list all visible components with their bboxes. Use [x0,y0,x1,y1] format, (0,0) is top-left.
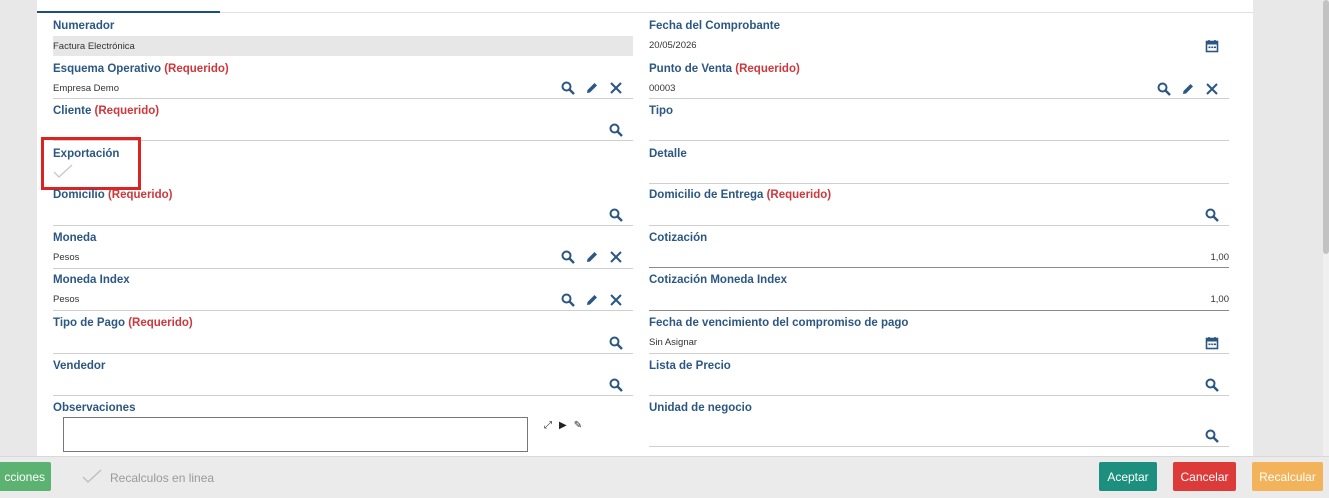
edit-note-icon[interactable]: ✎ [574,420,582,431]
observaciones-field: Observaciones [53,402,253,416]
tab-active-indicator[interactable] [37,11,220,13]
unidad-negocio-field[interactable]: Unidad de negocio [649,402,1229,447]
expand-icon[interactable]: ⤢ [544,420,552,431]
calendar-icon[interactable] [1205,336,1219,350]
cancel-button[interactable]: Cancelar [1173,462,1236,491]
search-icon[interactable] [561,250,575,264]
edit-pencil-icon[interactable] [1181,82,1195,96]
play-icon[interactable]: ▶ [559,420,567,431]
cotizacion-field[interactable]: Cotización 1,00 [649,232,1229,268]
lista-precio-field[interactable]: Lista de Precio [649,360,1229,396]
fecha-comprobante-label: Fecha del Comprobante [649,20,780,32]
scrollbar-thumb[interactable] [1323,0,1329,254]
cliente-label: Cliente (Requerido) [53,105,160,117]
edit-pencil-icon[interactable] [585,81,599,95]
recalc-online-toggle[interactable]: Recalculos en linea [82,469,214,486]
domicilio-label: Domicilio (Requerido) [53,189,173,201]
moneda-value: Pesos [53,252,80,263]
search-icon[interactable] [1205,378,1219,392]
observaciones-textarea[interactable] [63,417,528,452]
moneda-index-label: Moneda Index [53,274,130,286]
punto-venta-label: Punto de Venta (Requerido) [649,63,800,75]
recalculate-button[interactable]: Recalcular [1252,462,1323,491]
unidad-negocio-label: Unidad de negocio [649,402,752,414]
check-icon [82,469,102,486]
calendar-icon[interactable] [1205,39,1219,53]
moneda-field[interactable]: Moneda Pesos [53,232,633,269]
cotizacion-label: Cotización [649,232,708,244]
fecha-comprobante-value: 20/05/2026 [649,40,697,51]
clear-x-icon[interactable] [609,293,623,307]
detalle-field[interactable]: Detalle [649,148,1229,184]
edit-pencil-icon[interactable] [585,293,599,307]
accept-button[interactable]: Aceptar [1099,462,1157,491]
tipo-field[interactable]: Tipo [649,105,1229,141]
tipo-label: Tipo [649,105,674,117]
vencimiento-field[interactable]: Fecha de vencimiento del compromiso de p… [649,317,1229,354]
punto-venta-field[interactable]: Punto de Venta (Requerido) 00003 [649,63,1229,99]
numerador-field: Numerador Factura Electrónica [53,20,633,60]
moneda-label: Moneda [53,232,97,244]
moneda-index-value: Pesos [53,294,80,305]
fecha-comprobante-field[interactable]: Fecha del Comprobante 20/05/2026 [649,20,1229,60]
clear-x-icon[interactable] [1205,82,1219,96]
search-icon[interactable] [1205,429,1219,443]
cotizacion-index-field[interactable]: Cotización Moneda Index 1,00 [649,274,1229,311]
search-icon[interactable] [561,81,575,95]
domicilio-entrega-field[interactable]: Domicilio de Entrega (Requerido) [649,189,1229,226]
edit-pencil-icon[interactable] [585,250,599,264]
observaciones-label: Observaciones [53,402,136,414]
esquema-operativo-label: Esquema Operativo (Requerido) [53,63,229,75]
exportacion-checkbox[interactable] [53,164,73,178]
search-icon[interactable] [609,336,623,350]
numerador-value: Factura Electrónica [53,41,135,52]
domicilio-field[interactable]: Domicilio (Requerido) [53,189,633,226]
cotizacion-index-value: 1,00 [1210,294,1230,305]
recalc-online-label: Recalculos en linea [110,470,215,485]
esquema-operativo-field[interactable]: Esquema Operativo (Requerido) Empresa De… [53,63,633,99]
search-icon[interactable] [561,293,575,307]
cotizacion-index-label: Cotización Moneda Index [649,274,788,286]
actions-button[interactable]: cciones [0,462,51,491]
search-icon[interactable] [609,378,623,392]
numerador-input [53,36,633,56]
lista-precio-label: Lista de Precio [649,360,731,372]
esquema-operativo-value: Empresa Demo [53,83,119,94]
numerador-label: Numerador [53,20,115,32]
cliente-field[interactable]: Cliente (Requerido) [53,105,633,141]
search-icon[interactable] [609,208,623,222]
vencimiento-label: Fecha de vencimiento del compromiso de p… [649,317,909,329]
moneda-index-field[interactable]: Moneda Index Pesos [53,274,633,311]
search-icon[interactable] [1205,208,1219,222]
punto-venta-value: 00003 [649,83,676,94]
clear-x-icon[interactable] [609,250,623,264]
tipo-pago-label: Tipo de Pago (Requerido) [53,317,193,329]
exportacion-field[interactable]: Exportación [53,148,173,184]
vencimiento-value: Sin Asignar [649,337,698,348]
exportacion-label: Exportación [53,148,120,160]
domicilio-entrega-label: Domicilio de Entrega (Requerido) [649,189,832,201]
search-icon[interactable] [609,123,623,137]
detalle-label: Detalle [649,148,687,160]
vendedor-field[interactable]: Vendedor [53,360,633,396]
cotizacion-value: 1,00 [1210,252,1230,263]
search-icon[interactable] [1157,82,1171,96]
tipo-pago-field[interactable]: Tipo de Pago (Requerido) [53,317,633,354]
vendedor-label: Vendedor [53,360,106,372]
footer-bar: cciones Recalculos en linea Aceptar Canc… [0,456,1329,498]
clear-x-icon[interactable] [609,81,623,95]
